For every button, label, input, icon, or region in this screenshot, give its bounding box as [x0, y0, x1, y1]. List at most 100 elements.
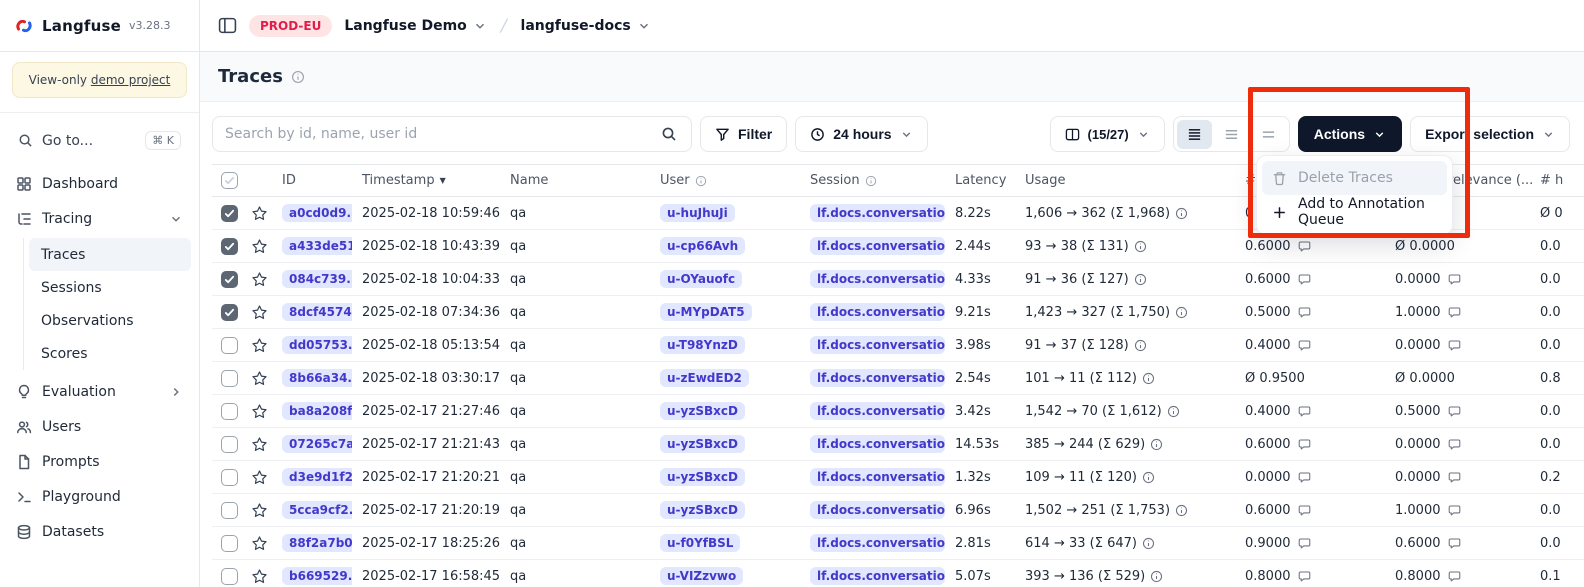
- comment-bubble-icon[interactable]: [1298, 570, 1311, 583]
- menu-item-add-to-annotation-queue[interactable]: Add to Annotation Queue: [1262, 195, 1447, 229]
- comment-bubble-icon[interactable]: [1298, 504, 1311, 517]
- star-icon[interactable]: [251, 535, 268, 552]
- user-badge[interactable]: u-OYauofc: [660, 270, 742, 288]
- info-icon[interactable]: [1134, 339, 1147, 352]
- user-badge[interactable]: u-yzSBxcD: [660, 501, 745, 519]
- comment-bubble-icon[interactable]: [1448, 405, 1461, 418]
- row-height-tall-button[interactable]: [1251, 120, 1286, 149]
- project-selector[interactable]: langfuse-docs: [521, 18, 651, 34]
- sidebar-item-scores[interactable]: Scores: [29, 337, 191, 370]
- table-row[interactable]: 8dcf4574...2025-02-18 07:34:36qau-MYpDAT…: [212, 296, 1584, 329]
- user-badge[interactable]: u-zEwdED2: [660, 369, 749, 387]
- comment-bubble-icon[interactable]: [1448, 438, 1461, 451]
- row-checkbox[interactable]: [221, 436, 238, 453]
- user-badge[interactable]: u-yzSBxcD: [660, 402, 745, 420]
- table-row[interactable]: 5cca9cf2...2025-02-17 21:20:19qau-yzSBxc…: [212, 494, 1584, 527]
- star-icon[interactable]: [251, 469, 268, 486]
- row-checkbox[interactable]: [221, 337, 238, 354]
- row-height-compact-button[interactable]: [1177, 120, 1212, 149]
- menu-item-delete-traces[interactable]: Delete Traces: [1262, 161, 1447, 195]
- star-icon[interactable]: [251, 568, 268, 585]
- session-badge[interactable]: lf.docs.conversation...: [810, 237, 945, 255]
- user-badge[interactable]: u-yzSBxcD: [660, 468, 745, 486]
- comment-bubble-icon[interactable]: [1448, 537, 1461, 550]
- session-badge[interactable]: lf.docs.conversation...: [810, 270, 945, 288]
- session-badge[interactable]: lf.docs.conversation...: [810, 435, 945, 453]
- row-checkbox[interactable]: [221, 205, 238, 222]
- time-range-button[interactable]: 24 hours: [795, 116, 927, 152]
- row-height-medium-button[interactable]: [1214, 120, 1249, 149]
- table-row[interactable]: 07265c7a...2025-02-17 21:21:43qau-yzSBxc…: [212, 428, 1584, 461]
- star-icon[interactable]: [251, 403, 268, 420]
- comment-bubble-icon[interactable]: [1298, 438, 1311, 451]
- star-icon[interactable]: [251, 370, 268, 387]
- star-icon[interactable]: [251, 502, 268, 519]
- table-row[interactable]: dd05753...2025-02-18 05:13:54qau-T98YnzD…: [212, 329, 1584, 362]
- comment-bubble-icon[interactable]: [1298, 339, 1311, 352]
- session-badge[interactable]: lf.docs.conversation...: [810, 534, 945, 552]
- comment-bubble-icon[interactable]: [1448, 306, 1461, 319]
- column-header-name[interactable]: Name: [500, 173, 650, 188]
- comment-bubble-icon[interactable]: [1298, 306, 1311, 319]
- user-badge[interactable]: u-huJhuJi: [660, 204, 735, 222]
- star-icon[interactable]: [251, 271, 268, 288]
- select-all-checkbox[interactable]: [221, 172, 238, 189]
- info-icon[interactable]: [1142, 537, 1155, 550]
- org-selector[interactable]: Langfuse Demo: [344, 18, 486, 34]
- comment-bubble-icon[interactable]: [1448, 273, 1461, 286]
- comment-bubble-icon[interactable]: [1448, 504, 1461, 517]
- comment-bubble-icon[interactable]: [1448, 471, 1461, 484]
- sidebar-item-traces[interactable]: Traces: [29, 238, 191, 271]
- row-checkbox[interactable]: [221, 304, 238, 321]
- export-selection-button[interactable]: Export selection: [1410, 116, 1570, 152]
- sidebar-item-dashboard[interactable]: Dashboard: [8, 166, 191, 201]
- filter-button[interactable]: Filter: [700, 116, 787, 152]
- comment-bubble-icon[interactable]: [1448, 339, 1461, 352]
- comment-bubble-icon[interactable]: [1298, 240, 1311, 253]
- user-badge[interactable]: u-MYpDAT5: [660, 303, 752, 321]
- table-row[interactable]: 084c739...2025-02-18 10:04:33qau-OYauofc…: [212, 263, 1584, 296]
- sidebar-item-prompts[interactable]: Prompts: [8, 444, 191, 479]
- column-header-score3[interactable]: # h: [1530, 173, 1584, 188]
- comment-bubble-icon[interactable]: [1448, 570, 1461, 583]
- info-icon[interactable]: [1142, 372, 1155, 385]
- star-icon[interactable]: [251, 238, 268, 255]
- trace-id-badge[interactable]: 5cca9cf2...: [282, 501, 352, 519]
- session-badge[interactable]: lf.docs.conversation...: [810, 402, 945, 420]
- info-icon[interactable]: [291, 70, 305, 84]
- user-badge[interactable]: u-T98YnzD: [660, 336, 745, 354]
- user-badge[interactable]: u-f0YfBSL: [660, 534, 740, 552]
- info-icon[interactable]: [1150, 570, 1163, 583]
- trace-id-badge[interactable]: dd05753...: [282, 336, 352, 354]
- search-submit-icon[interactable]: [647, 117, 691, 151]
- sidebar-item-observations[interactable]: Observations: [29, 304, 191, 337]
- user-badge[interactable]: u-cp66Avh: [660, 237, 745, 255]
- session-badge[interactable]: lf.docs.conversation...: [810, 369, 945, 387]
- row-checkbox[interactable]: [221, 568, 238, 585]
- column-header-id[interactable]: ID: [272, 173, 352, 188]
- sidebar-item-playground[interactable]: Playground: [8, 479, 191, 514]
- sidebar-item-datasets[interactable]: Datasets: [8, 514, 191, 549]
- star-icon[interactable]: [251, 205, 268, 222]
- trace-id-badge[interactable]: 88f2a7b0...: [282, 534, 352, 552]
- search-input[interactable]: [213, 126, 647, 142]
- column-header-user[interactable]: User: [650, 173, 800, 188]
- row-checkbox[interactable]: [221, 469, 238, 486]
- trace-id-badge[interactable]: 8dcf4574...: [282, 303, 352, 321]
- session-badge[interactable]: lf.docs.conversation...: [810, 336, 945, 354]
- user-badge[interactable]: u-yzSBxcD: [660, 435, 745, 453]
- session-badge[interactable]: lf.docs.conversation...: [810, 468, 945, 486]
- table-row[interactable]: 8b66a34...2025-02-18 03:30:17qau-zEwdED2…: [212, 362, 1584, 395]
- session-badge[interactable]: lf.docs.conversation...: [810, 303, 945, 321]
- table-row[interactable]: b669529...2025-02-17 16:58:45qau-VIZzvwo…: [212, 560, 1584, 587]
- sidebar-item-tracing[interactable]: Tracing: [8, 201, 191, 236]
- comment-bubble-icon[interactable]: [1298, 405, 1311, 418]
- row-checkbox[interactable]: [221, 238, 238, 255]
- row-checkbox[interactable]: [221, 271, 238, 288]
- table-row[interactable]: d3e9d1f2...2025-02-17 21:20:21qau-yzSBxc…: [212, 461, 1584, 494]
- trace-id-badge[interactable]: ba8a208f...: [282, 402, 352, 420]
- trace-id-badge[interactable]: a433de51...: [282, 237, 352, 255]
- info-icon[interactable]: [1175, 306, 1188, 319]
- info-icon[interactable]: [1175, 504, 1188, 517]
- table-row[interactable]: ba8a208f...2025-02-17 21:27:46qau-yzSBxc…: [212, 395, 1584, 428]
